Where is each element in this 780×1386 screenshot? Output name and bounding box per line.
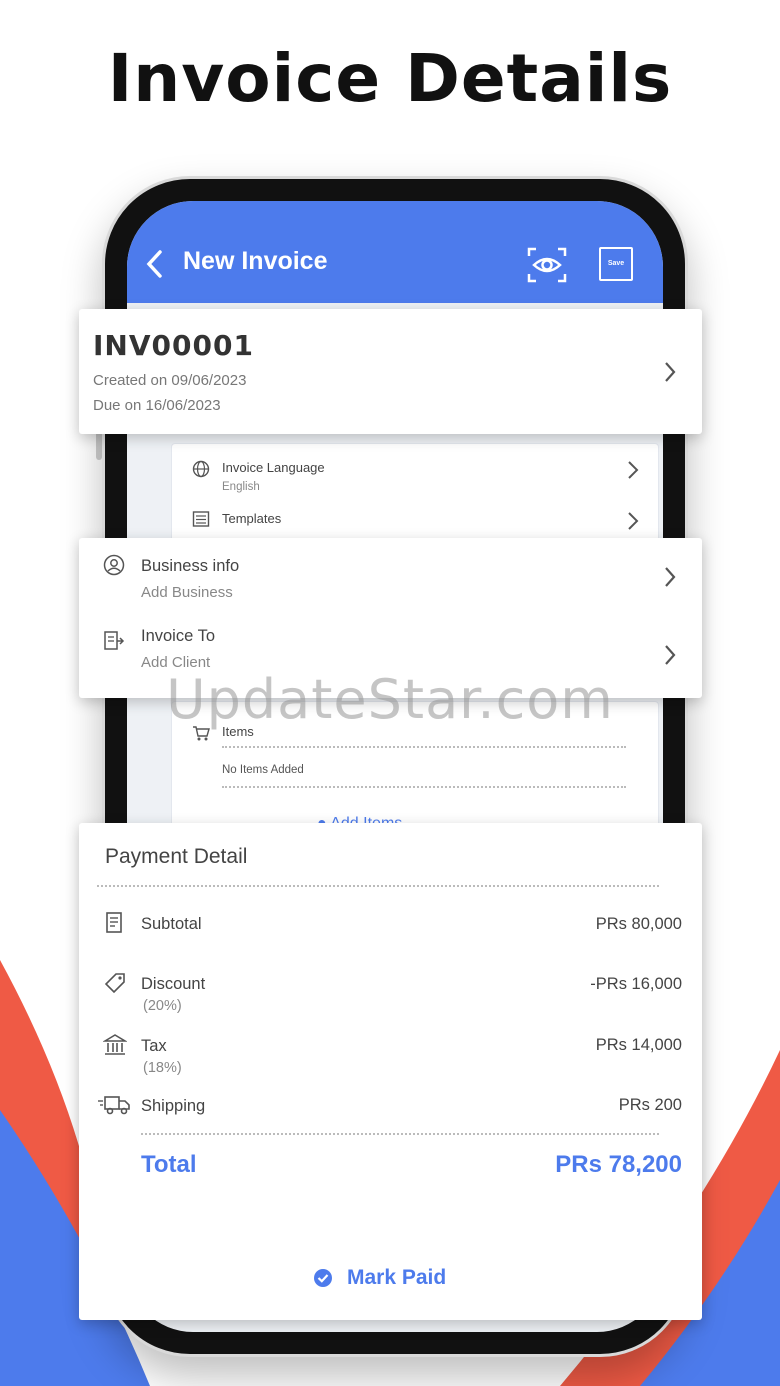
back-chevron-icon[interactable] — [145, 249, 165, 279]
divider — [97, 885, 659, 887]
receipt-icon — [106, 912, 122, 933]
discount-value: -PRs 16,000 — [590, 975, 682, 993]
chevron-right-icon[interactable] — [664, 644, 676, 666]
app-bar: New Invoice Save — [127, 201, 663, 303]
invoice-number-card[interactable]: INV00001 Created on 09/06/2023 Due on 16… — [79, 309, 702, 434]
total-label: Total — [141, 1151, 197, 1178]
discount-percent: (20%) — [143, 998, 182, 1014]
save-button[interactable]: Save — [599, 247, 633, 281]
user-circle-icon — [103, 554, 125, 576]
shipping-label: Shipping — [141, 1097, 206, 1115]
tax-value: PRs 14,000 — [595, 1036, 682, 1054]
watermark-text: UpdateStar.com — [166, 668, 614, 731]
shipping-truck-icon — [98, 1096, 130, 1115]
settings-card: Invoice Language English Templates — [171, 443, 659, 553]
chevron-right-icon[interactable] — [664, 361, 676, 383]
divider — [222, 746, 626, 748]
discount-tag-icon — [104, 973, 125, 994]
tax-percent: (18%) — [143, 1060, 182, 1076]
payment-detail-title: Payment Detail — [105, 845, 248, 868]
created-date: Created on 09/06/2023 — [93, 372, 247, 389]
due-date: Due on 16/06/2023 — [93, 397, 221, 414]
payment-detail-card: Payment Detail Subtotal PRs 80,000 Disco… — [79, 823, 702, 1320]
page-headline: Invoice Details — [107, 40, 673, 117]
chevron-right-icon[interactable] — [664, 566, 676, 588]
business-info-sub: Add Business — [141, 584, 233, 601]
discount-label: Discount — [141, 975, 206, 993]
business-info-label[interactable]: Business info — [141, 557, 239, 576]
divider — [141, 1133, 659, 1135]
invoice-number: INV00001 — [93, 329, 254, 362]
total-value: PRs 78,200 — [555, 1151, 682, 1178]
templates-label[interactable]: Templates — [222, 511, 281, 526]
subtotal-value: PRs 80,000 — [595, 915, 682, 933]
chevron-right-icon[interactable] — [627, 460, 639, 480]
invoice-language-label[interactable]: Invoice Language — [222, 460, 325, 475]
tax-label: Tax — [141, 1037, 167, 1055]
chevron-right-icon[interactable] — [627, 511, 639, 531]
subtotal-label: Subtotal — [141, 915, 202, 933]
templates-icon — [192, 511, 210, 527]
tax-building-icon — [103, 1034, 127, 1055]
invoice-language-value: English — [222, 481, 260, 493]
invoice-to-icon — [104, 631, 125, 650]
shipping-value: PRs 200 — [618, 1096, 682, 1114]
preview-eye-icon[interactable] — [527, 247, 567, 283]
no-items-text: No Items Added — [222, 764, 304, 776]
globe-icon — [192, 460, 210, 478]
mark-paid-button[interactable]: Mark Paid — [313, 1263, 446, 1293]
check-circle-icon — [314, 1269, 332, 1287]
invoice-to-label[interactable]: Invoice To — [141, 627, 215, 646]
app-bar-title: New Invoice — [183, 247, 328, 275]
mark-paid-label: Mark Paid — [347, 1266, 447, 1289]
divider — [222, 786, 626, 788]
